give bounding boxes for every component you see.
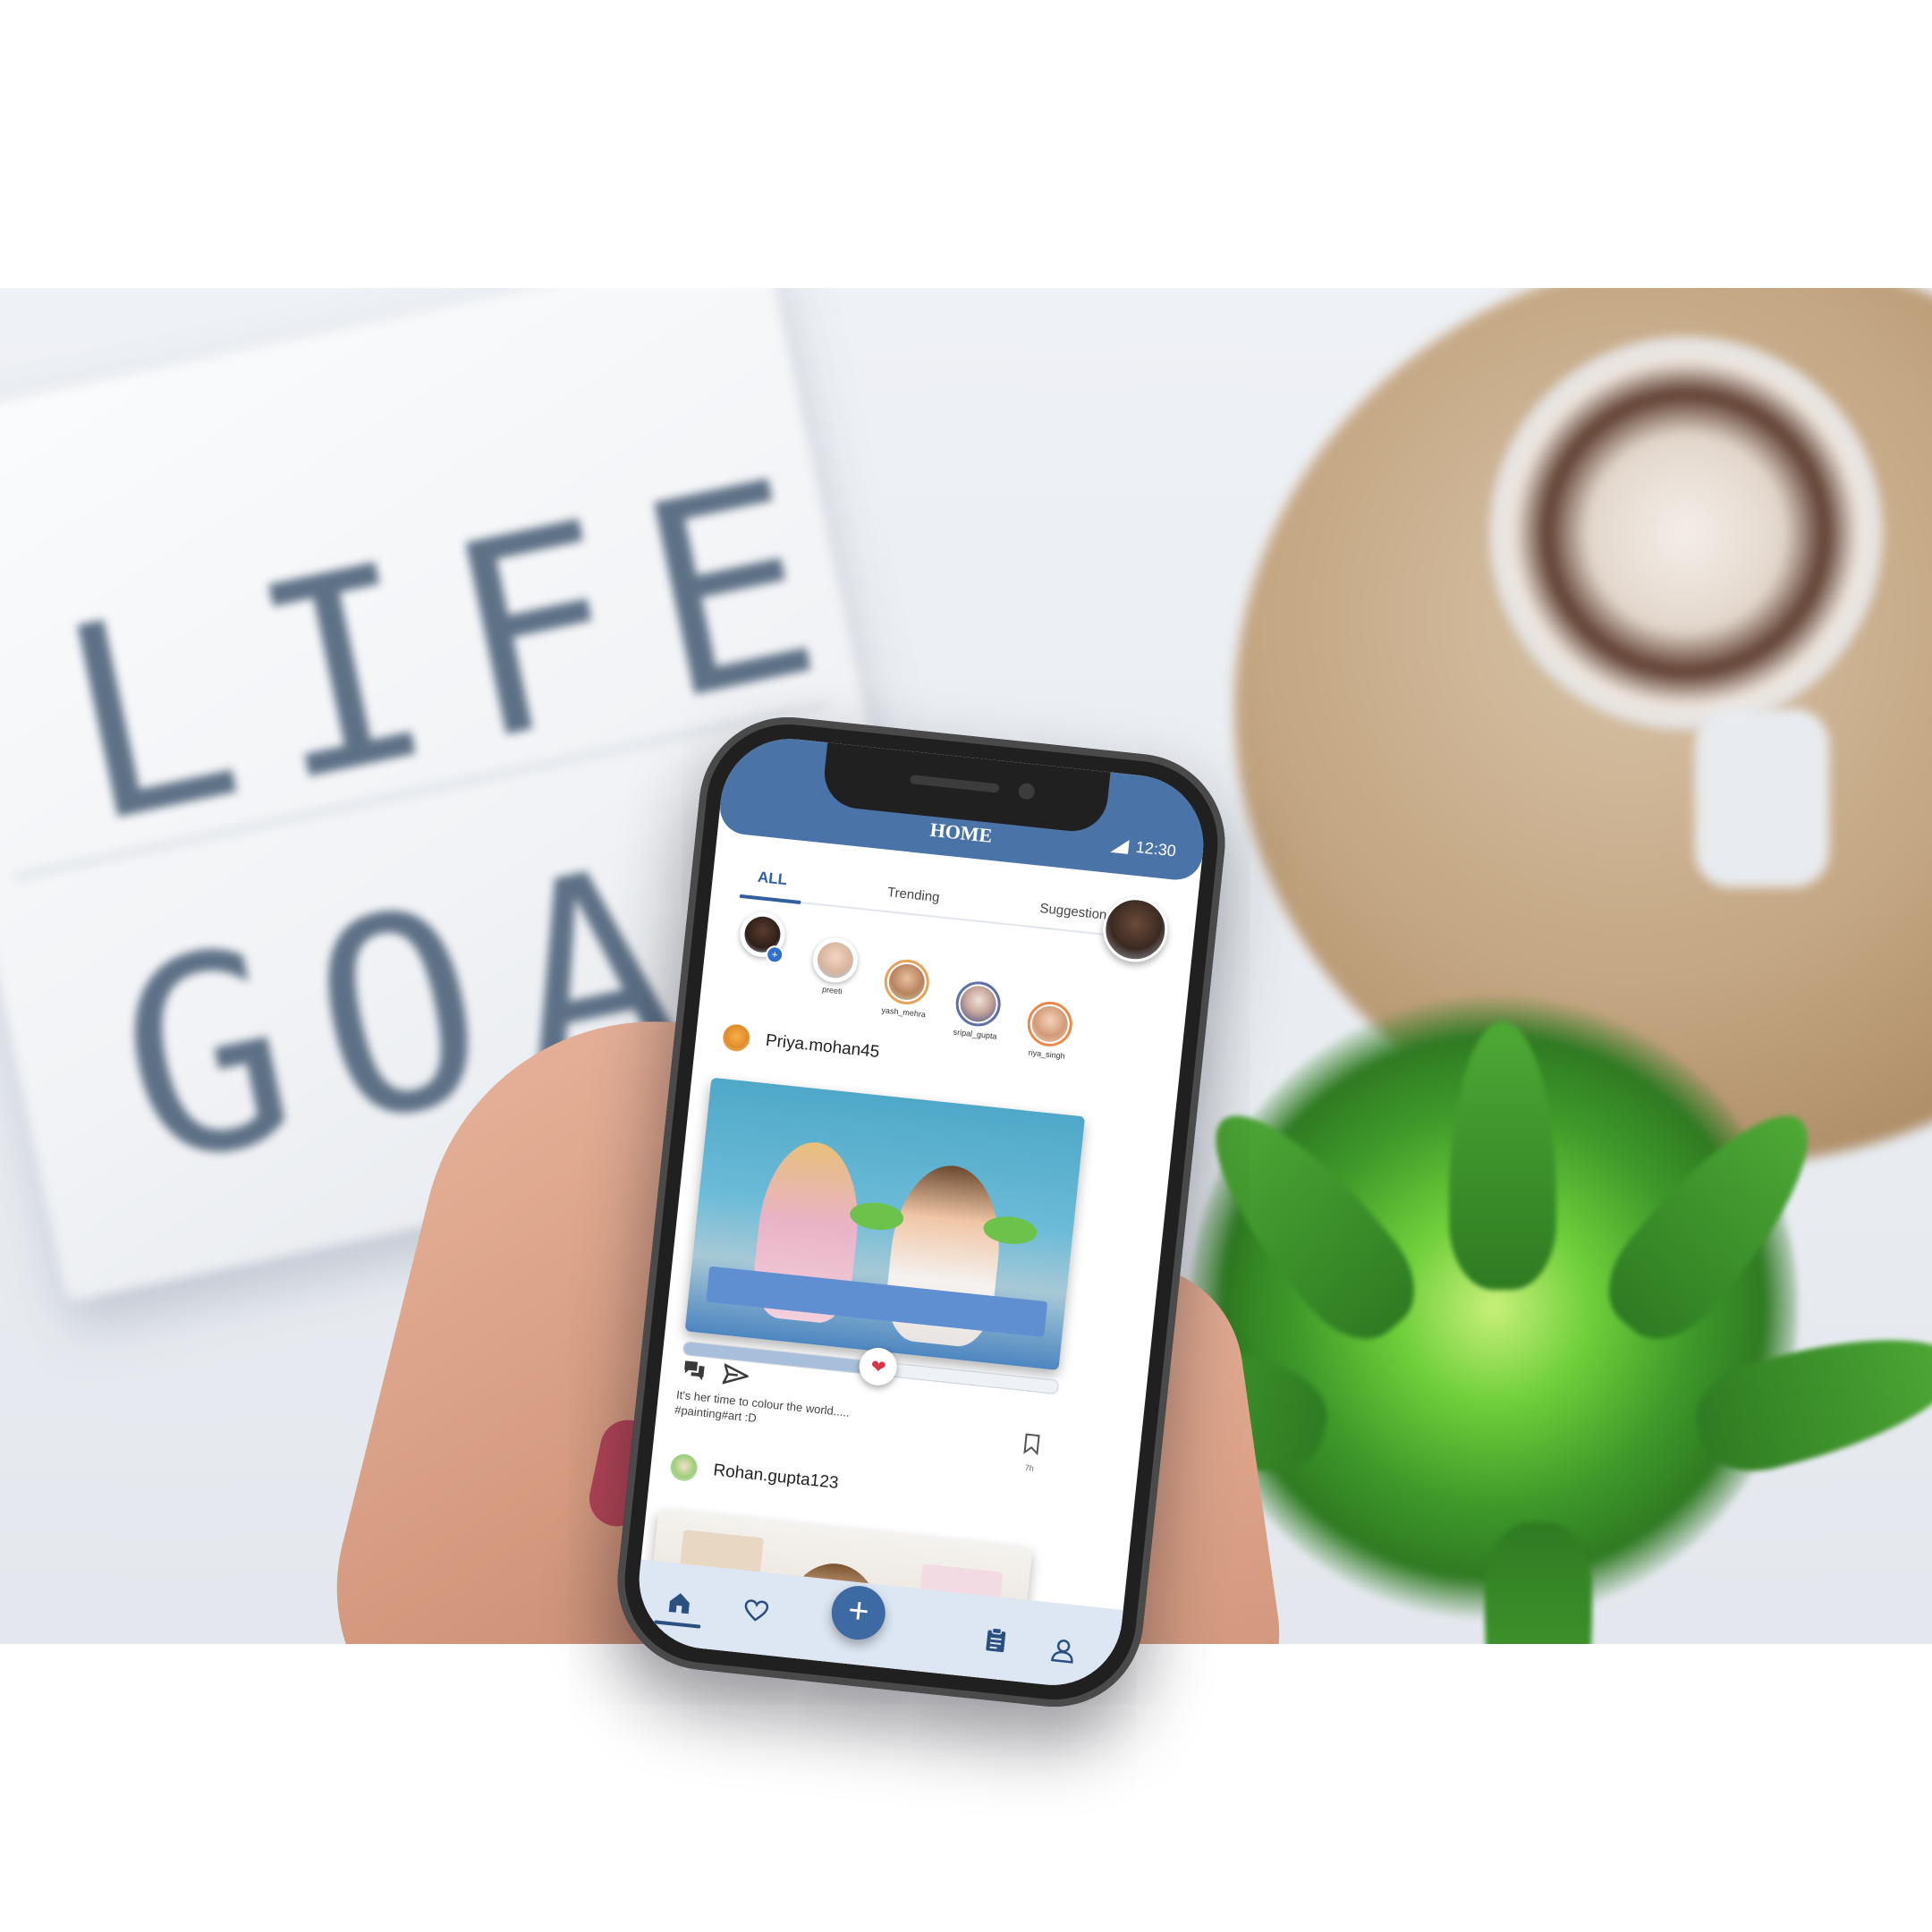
avatar <box>815 940 855 980</box>
post-author-avatar[interactable] <box>721 1022 751 1053</box>
post-actions <box>682 1359 750 1387</box>
phone-screen: HOME 12:30 ALL Trending Suggestions + pr… <box>632 732 1210 1692</box>
post-image[interactable] <box>684 1077 1086 1370</box>
story-name: yash_mehra <box>881 1005 927 1020</box>
post-timestamp: 7h <box>1024 1462 1035 1473</box>
coffee-cup-handle <box>1695 708 1829 887</box>
clipboard-icon[interactable] <box>982 1626 1010 1654</box>
story-name: preeti <box>821 985 843 996</box>
plant-leaf <box>1485 1522 1592 1644</box>
bookmark-icon[interactable] <box>1022 1432 1040 1456</box>
paint-table <box>706 1266 1048 1338</box>
nav-active-indicator <box>654 1620 701 1629</box>
send-icon[interactable] <box>722 1362 750 1387</box>
phone-device: HOME 12:30 ALL Trending Suggestions + pr… <box>608 708 1234 1716</box>
avatar <box>958 984 998 1024</box>
tab-all[interactable]: ALL <box>747 868 797 901</box>
post-username[interactable]: Rohan.gupta123 <box>712 1461 839 1494</box>
post-header: Rohan.gupta123 <box>669 1453 840 1497</box>
signal-icon <box>1110 839 1130 854</box>
avatar <box>886 962 927 1002</box>
post-author-avatar[interactable] <box>669 1453 699 1483</box>
story-item[interactable]: preeti <box>796 934 873 998</box>
story-name: riya_singh <box>1028 1047 1066 1061</box>
story-item[interactable]: sripal_gupta <box>939 978 1016 1042</box>
add-post-button[interactable]: + <box>828 1583 888 1643</box>
story-self[interactable]: + <box>724 909 801 965</box>
chat-bubbles-icon[interactable] <box>682 1359 707 1383</box>
add-story-icon[interactable]: + <box>765 945 785 965</box>
story-item[interactable]: riya_singh <box>1011 998 1088 1063</box>
heart-icon[interactable] <box>742 1597 770 1625</box>
story-name: sripal_gupta <box>953 1027 998 1041</box>
tab-trending[interactable]: Trending <box>877 884 949 917</box>
home-icon[interactable] <box>665 1589 693 1617</box>
story-item[interactable]: yash_mehra <box>868 956 945 1021</box>
avatar <box>1030 1004 1070 1044</box>
coffee-cup <box>1489 336 1883 730</box>
post-caption: It's her time to colour the world..... #… <box>674 1387 945 1445</box>
user-icon[interactable] <box>1049 1637 1077 1665</box>
heart-icon: ❤ <box>869 1356 887 1378</box>
